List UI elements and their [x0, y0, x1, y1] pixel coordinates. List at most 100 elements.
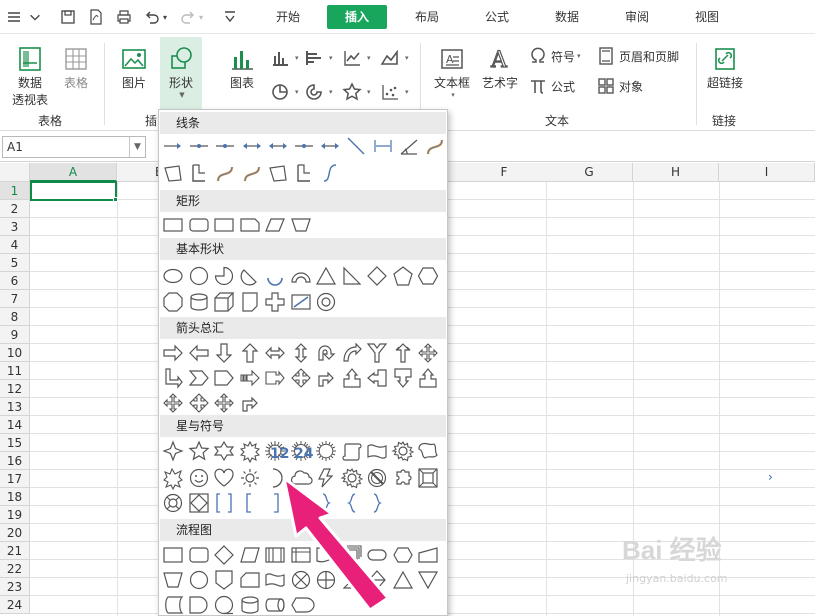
- orsym-shape-icon[interactable]: [315, 569, 337, 591]
- chevron-down-icon[interactable]: ▼: [129, 137, 145, 157]
- row-header-14[interactable]: 14: [0, 416, 30, 434]
- multidoc-shape-icon[interactable]: [341, 544, 363, 566]
- row-header-20[interactable]: 20: [0, 524, 30, 542]
- tape-shape-icon[interactable]: [264, 569, 286, 591]
- textbox-button[interactable]: A 文本框 ▾: [430, 45, 474, 99]
- row-header-9[interactable]: 9: [0, 326, 30, 344]
- row-header-12[interactable]: 12: [0, 380, 30, 398]
- offpage-shape-icon[interactable]: [213, 569, 235, 591]
- hex-shape-icon[interactable]: [417, 265, 439, 287]
- undo-icon[interactable]: [142, 7, 162, 27]
- pentagon-shape-icon[interactable]: [213, 367, 235, 389]
- column-header-h[interactable]: H: [633, 163, 719, 182]
- fold-shape-icon[interactable]: [239, 291, 261, 313]
- row-header-1[interactable]: 1: [0, 182, 30, 200]
- lifebuoy-shape-icon[interactable]: [162, 492, 184, 514]
- trap-shape-icon[interactable]: [290, 214, 312, 236]
- quad-shape-icon[interactable]: [162, 392, 184, 414]
- larrowcall-shape-icon[interactable]: [366, 367, 388, 389]
- rarrow-shape-icon[interactable]: [162, 342, 184, 364]
- radar-chart-button[interactable]: ▾: [342, 81, 371, 103]
- equation-button[interactable]: 公式: [528, 75, 575, 97]
- cloud-shape-icon[interactable]: [290, 467, 313, 489]
- wave-shape-icon[interactable]: [366, 440, 388, 462]
- lrud-shape-icon[interactable]: [188, 392, 210, 414]
- bolt-shape-icon[interactable]: [315, 467, 337, 489]
- row-header-23[interactable]: 23: [0, 578, 30, 596]
- tab-review[interactable]: 审阅: [615, 5, 659, 29]
- lbracket-shape-icon[interactable]: [239, 492, 261, 514]
- extract-shape-icon[interactable]: [392, 569, 414, 591]
- gear-shape-icon[interactable]: [339, 467, 363, 489]
- rbracket-shape-icon[interactable]: [264, 492, 286, 514]
- row-header-18[interactable]: 18: [0, 488, 30, 506]
- rtri-shape-icon[interactable]: [341, 265, 363, 287]
- lbend-shape-icon[interactable]: [239, 392, 261, 414]
- pie-chart-button[interactable]: ▾: [270, 81, 299, 103]
- nosym-shape-icon[interactable]: [366, 467, 388, 489]
- rect-shape-icon[interactable]: [213, 214, 235, 236]
- cube-shape-icon[interactable]: [213, 291, 235, 313]
- rbrace-shape-icon[interactable]: [366, 492, 388, 514]
- explode-shape-icon[interactable]: [162, 467, 184, 491]
- line-chart-button[interactable]: ▾: [342, 47, 371, 69]
- area-chart-button[interactable]: ▾: [380, 47, 409, 69]
- row-header-16[interactable]: 16: [0, 452, 30, 470]
- customize-icon[interactable]: [220, 7, 240, 27]
- snip-shape-icon[interactable]: [239, 214, 261, 236]
- display-shape-icon[interactable]: [290, 594, 315, 615]
- sun-shape-icon[interactable]: [239, 467, 261, 489]
- row-header-11[interactable]: 11: [0, 362, 30, 380]
- darrow-shape-icon[interactable]: [213, 342, 235, 364]
- puzzle-shape-icon[interactable]: [392, 467, 414, 489]
- directaccess-shape-icon[interactable]: [264, 594, 286, 615]
- diamond-shape-icon[interactable]: [366, 265, 388, 287]
- magdisk-shape-icon[interactable]: [239, 594, 261, 615]
- diamondframe-shape-icon[interactable]: [188, 492, 210, 514]
- data-shape-icon[interactable]: [239, 544, 261, 566]
- doughnut-chart-button[interactable]: ▾: [304, 81, 333, 103]
- lbrace-shape-icon[interactable]: [341, 492, 363, 514]
- scroll-shape-icon[interactable]: [341, 440, 363, 462]
- udarrow-shape-icon[interactable]: [290, 342, 312, 364]
- elbow-shape-icon[interactable]: [188, 162, 210, 184]
- tri-shape-icon[interactable]: [315, 265, 337, 287]
- uarrowcall-shape-icon[interactable]: [341, 367, 363, 389]
- tab-formulas[interactable]: 公式: [475, 5, 519, 29]
- row-header-21[interactable]: 21: [0, 542, 30, 560]
- row-header-7[interactable]: 7: [0, 290, 30, 308]
- frame-shape-icon[interactable]: [290, 291, 312, 313]
- column-header-b[interactable]: B: [117, 163, 163, 182]
- fork-shape-icon[interactable]: [366, 342, 388, 364]
- table-button[interactable]: 表格: [58, 45, 94, 91]
- row-header-19[interactable]: 19: [0, 506, 30, 524]
- print-icon[interactable]: [114, 7, 134, 27]
- dotline-shape-icon[interactable]: [188, 135, 210, 157]
- column-header-i[interactable]: I: [719, 163, 815, 182]
- darrowcall-shape-icon[interactable]: [392, 367, 414, 389]
- delay-shape-icon[interactable]: [188, 594, 210, 615]
- manualinput-shape-icon[interactable]: [417, 544, 439, 566]
- callarrow-shape-icon[interactable]: [264, 367, 286, 389]
- selected-cell-a1[interactable]: [30, 181, 117, 201]
- name-box[interactable]: A1 ▼: [2, 136, 146, 158]
- manualop-shape-icon[interactable]: [162, 569, 184, 591]
- plus-shape-icon[interactable]: [264, 291, 286, 313]
- row-header-8[interactable]: 8: [0, 308, 30, 326]
- sort-shape-icon[interactable]: [366, 569, 388, 591]
- bend-shape-icon[interactable]: [162, 367, 184, 389]
- bar-chart-button[interactable]: ▾: [304, 47, 333, 69]
- fill-handle[interactable]: [113, 197, 118, 202]
- menu-icon[interactable]: [4, 7, 24, 27]
- column-header-a[interactable]: A: [30, 163, 117, 182]
- rect-shape-icon[interactable]: [162, 214, 184, 236]
- arrowline-shape-icon[interactable]: [162, 135, 184, 157]
- curve-shape-icon[interactable]: [424, 135, 446, 157]
- elbow-shape-icon[interactable]: [293, 162, 315, 184]
- circle-shape-icon[interactable]: [188, 265, 210, 287]
- star5-shape-icon[interactable]: [188, 440, 210, 462]
- heart-shape-icon[interactable]: [213, 467, 235, 489]
- lbrace-shape-icon[interactable]: [290, 492, 312, 514]
- curve-shape-icon[interactable]: [241, 162, 263, 184]
- star4-shape-icon[interactable]: [162, 440, 184, 462]
